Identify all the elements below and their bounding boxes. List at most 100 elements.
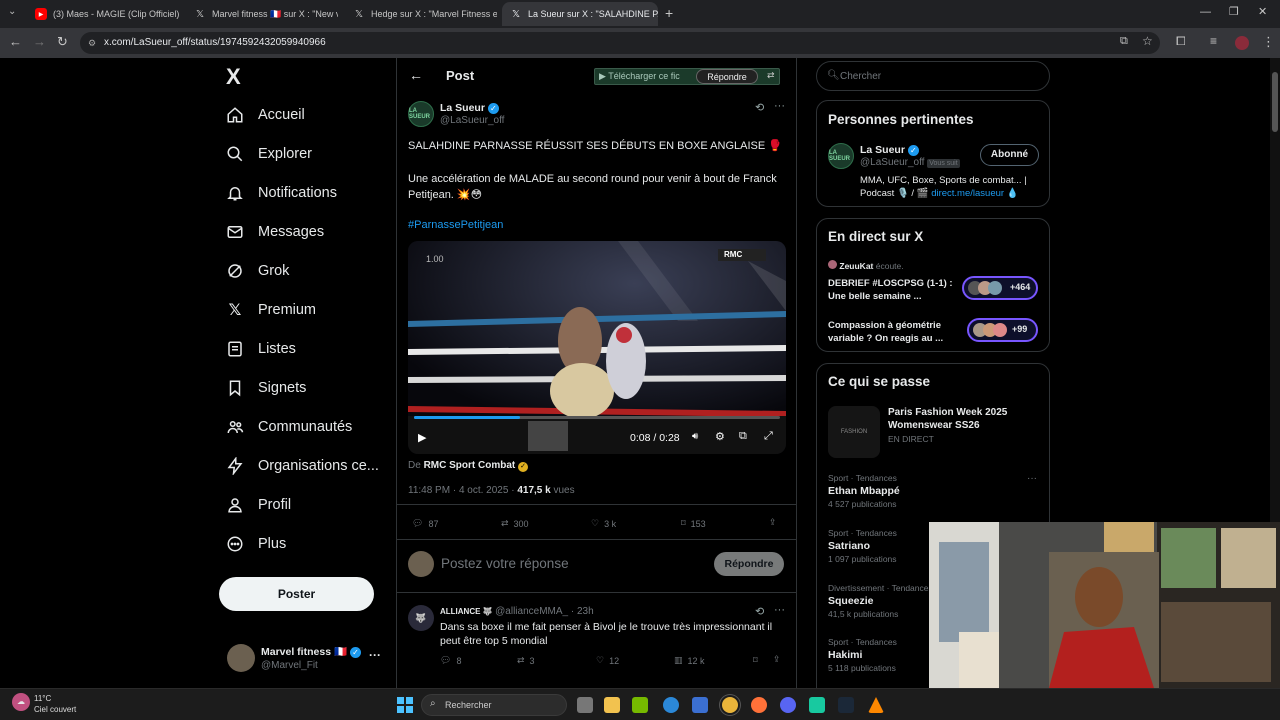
views-action[interactable]: ▥ 12 k	[674, 655, 705, 666]
event-title[interactable]: Paris Fashion Week 2025 Womenswear SS26	[888, 406, 1038, 432]
taskbar-search-input[interactable]: ⌕ Rechercher	[421, 694, 567, 716]
back-arrow-icon[interactable]: ←	[9, 34, 22, 49]
reply-author-handle[interactable]: @allianceMMA_ · 23h	[495, 606, 594, 617]
sidebar-item-profil[interactable]: Profil	[226, 496, 291, 514]
bookmark-star-icon[interactable]: ☆	[1142, 34, 1153, 48]
extensions-icon[interactable]: ⧠	[1176, 34, 1186, 49]
chrome-icon[interactable]	[722, 697, 738, 713]
search-input[interactable]: 🔍︎ Chercher	[816, 61, 1050, 91]
sidebar-item-messages[interactable]: Messages	[226, 223, 324, 241]
profile-avatar-icon[interactable]	[1235, 36, 1249, 50]
more-dots-icon[interactable]: ···	[369, 648, 381, 662]
install-app-icon[interactable]: ⧉	[1120, 35, 1128, 48]
steam-icon[interactable]	[838, 697, 854, 713]
minimize-icon[interactable]: —	[1200, 6, 1211, 18]
live-item-2-listeners[interactable]: +99	[967, 318, 1038, 342]
live-item-1-listeners[interactable]: +464	[962, 276, 1038, 300]
avatar[interactable]: LA SUEUR	[828, 143, 854, 169]
bio-link[interactable]: direct.me/lasueur 💧	[931, 188, 1018, 199]
source-link[interactable]: RMC Sport Combat	[424, 460, 516, 471]
account-switcher[interactable]: Marvel fitness 🇫🇷 ✓ @Marvel_Fit ···	[224, 642, 384, 674]
reply-submit-button[interactable]: Répondre	[714, 552, 784, 576]
nvidia-icon[interactable]	[632, 697, 648, 713]
reply-input[interactable]: Postez votre réponse	[441, 556, 569, 571]
more-dots-icon[interactable]: ···	[1027, 473, 1037, 484]
windows-start-icon[interactable]	[397, 697, 413, 713]
author-handle[interactable]: @LaSueur_off	[440, 115, 504, 126]
task-view-icon[interactable]	[577, 697, 593, 713]
bookmark-action[interactable]: ⌑	[753, 655, 758, 666]
share-action[interactable]: ⇪	[769, 517, 777, 528]
back-arrow-icon[interactable]: ←	[409, 67, 423, 83]
app-icon[interactable]	[809, 697, 825, 713]
bookmark-action[interactable]: ⌑ 153	[681, 518, 706, 529]
browser-tab-3[interactable]: 𝕏 Hedge sur X : "Marvel Fitness e ✕	[345, 2, 497, 26]
address-bar[interactable]: ⚙ x.com/LaSueur_off/status/1974592432059…	[80, 32, 1160, 54]
store-icon[interactable]	[692, 697, 708, 713]
settings-gear-icon[interactable]: ⚙	[715, 430, 725, 443]
weather-icon[interactable]: ☁	[12, 693, 30, 711]
download-overlay[interactable]: ▶ Télécharger ce fic Répondre ⇄	[594, 68, 780, 85]
like-action[interactable]: ♡ 12	[596, 655, 619, 666]
reply-action[interactable]: 💬︎ 87	[412, 518, 438, 529]
discord-icon[interactable]	[780, 697, 796, 713]
share-action[interactable]: ⇪	[773, 654, 781, 665]
overlay-reply-button[interactable]: Répondre	[696, 69, 758, 84]
reload-icon[interactable]: ↻	[57, 34, 68, 50]
close-window-icon[interactable]: ✕	[1258, 5, 1267, 18]
follow-button[interactable]: Abonné	[980, 144, 1039, 166]
vlc-icon[interactable]	[868, 697, 884, 713]
post-button[interactable]: Poster	[219, 577, 374, 611]
live-item-2-title[interactable]: Compassion à géométrie variable ? On rea…	[828, 319, 964, 345]
author-name[interactable]: La Sueur ✓	[440, 102, 499, 114]
browser-tab-4-active[interactable]: 𝕏 La Sueur sur X : "SALAHDINE PA ✕	[502, 2, 658, 26]
picture-in-picture-icon[interactable]: ⧉	[739, 430, 747, 443]
more-dots-icon[interactable]: ···	[774, 100, 785, 112]
firefox-icon[interactable]	[751, 697, 767, 713]
reading-list-icon[interactable]: ≡	[1210, 34, 1217, 48]
edge-icon[interactable]	[663, 697, 679, 713]
more-dots-icon[interactable]: ···	[774, 604, 785, 616]
sidebar-item-premium[interactable]: 𝕏 Premium	[226, 301, 316, 319]
site-info-icon[interactable]: ⚙	[88, 32, 96, 54]
sidebar-item-communautes[interactable]: Communautés	[226, 418, 352, 436]
repost-action[interactable]: ⇄ 3	[517, 655, 535, 666]
video-progress-track[interactable]	[414, 416, 780, 419]
sidebar-item-grok[interactable]: Grok	[226, 262, 289, 280]
browser-tab-1[interactable]: ▶ (3) Maes - MAGIE (Clip Officiel) ✕	[27, 2, 179, 26]
event-thumbnail[interactable]: FASHION	[828, 406, 880, 458]
grok-explain-icon[interactable]: ⟲	[755, 101, 764, 114]
grok-explain-icon[interactable]: ⟲	[755, 605, 764, 618]
live-item-1-title[interactable]: DEBRIEF #LOSCPSG (1-1) : Une belle semai…	[828, 277, 964, 303]
sidebar-item-explorer[interactable]: Explorer	[226, 145, 312, 163]
repost-action[interactable]: ⇄ 300	[501, 518, 529, 529]
sidebar-item-accueil[interactable]: Accueil	[226, 106, 305, 124]
video-player[interactable]: 1.00 RMC ▶ 0:08 / 0:28 🔊︎ ⚙ ⧉ ⤢	[408, 241, 786, 454]
reply-author-avatar[interactable]: 🐺	[408, 605, 434, 631]
scrollbar-thumb[interactable]	[1272, 72, 1278, 132]
person-name[interactable]: La Sueur ✓	[860, 144, 919, 156]
reply-action[interactable]: 💬︎ 8	[440, 655, 461, 666]
host-name[interactable]: ZeuuKat	[839, 261, 873, 271]
trend-item[interactable]: Sport · Tendances Ethan Mbappé 4 527 pub…	[828, 473, 1043, 509]
weather-temp[interactable]: 11°C	[34, 694, 51, 703]
weather-desc[interactable]: Ciel couvert	[34, 705, 76, 714]
reply-author-name[interactable]: ALLIANCE 🐺	[440, 607, 493, 616]
sidebar-item-signets[interactable]: Signets	[226, 379, 306, 397]
file-explorer-icon[interactable]	[604, 697, 620, 713]
restore-icon[interactable]: ❐	[1229, 5, 1239, 18]
volume-icon[interactable]: 🔊︎	[692, 431, 698, 442]
sidebar-item-plus[interactable]: Plus	[226, 535, 286, 553]
sidebar-item-listes[interactable]: Listes	[226, 340, 296, 358]
timestamp-text[interactable]: 11:48 PM · 4 oct. 2025 ·	[408, 485, 517, 496]
forward-arrow-icon[interactable]: →	[33, 34, 46, 49]
tab-search-chevron-icon[interactable]: ⌄	[8, 6, 16, 17]
sidebar-item-organisations[interactable]: Organisations ce...	[226, 457, 379, 475]
like-action[interactable]: ♡ 3 k	[591, 518, 616, 529]
fullscreen-icon[interactable]: ⤢	[764, 430, 773, 443]
settings-sliders-icon[interactable]: ⇄	[767, 70, 775, 81]
sidebar-item-notifications[interactable]: Notifications	[226, 184, 337, 202]
hashtag-link[interactable]: #ParnassePetitjean	[408, 219, 503, 231]
author-avatar[interactable]: LA SUEUR	[408, 101, 434, 127]
browser-tab-2[interactable]: 𝕏 Marvel fitness 🇫🇷 sur X : "New v ✕	[186, 2, 338, 26]
